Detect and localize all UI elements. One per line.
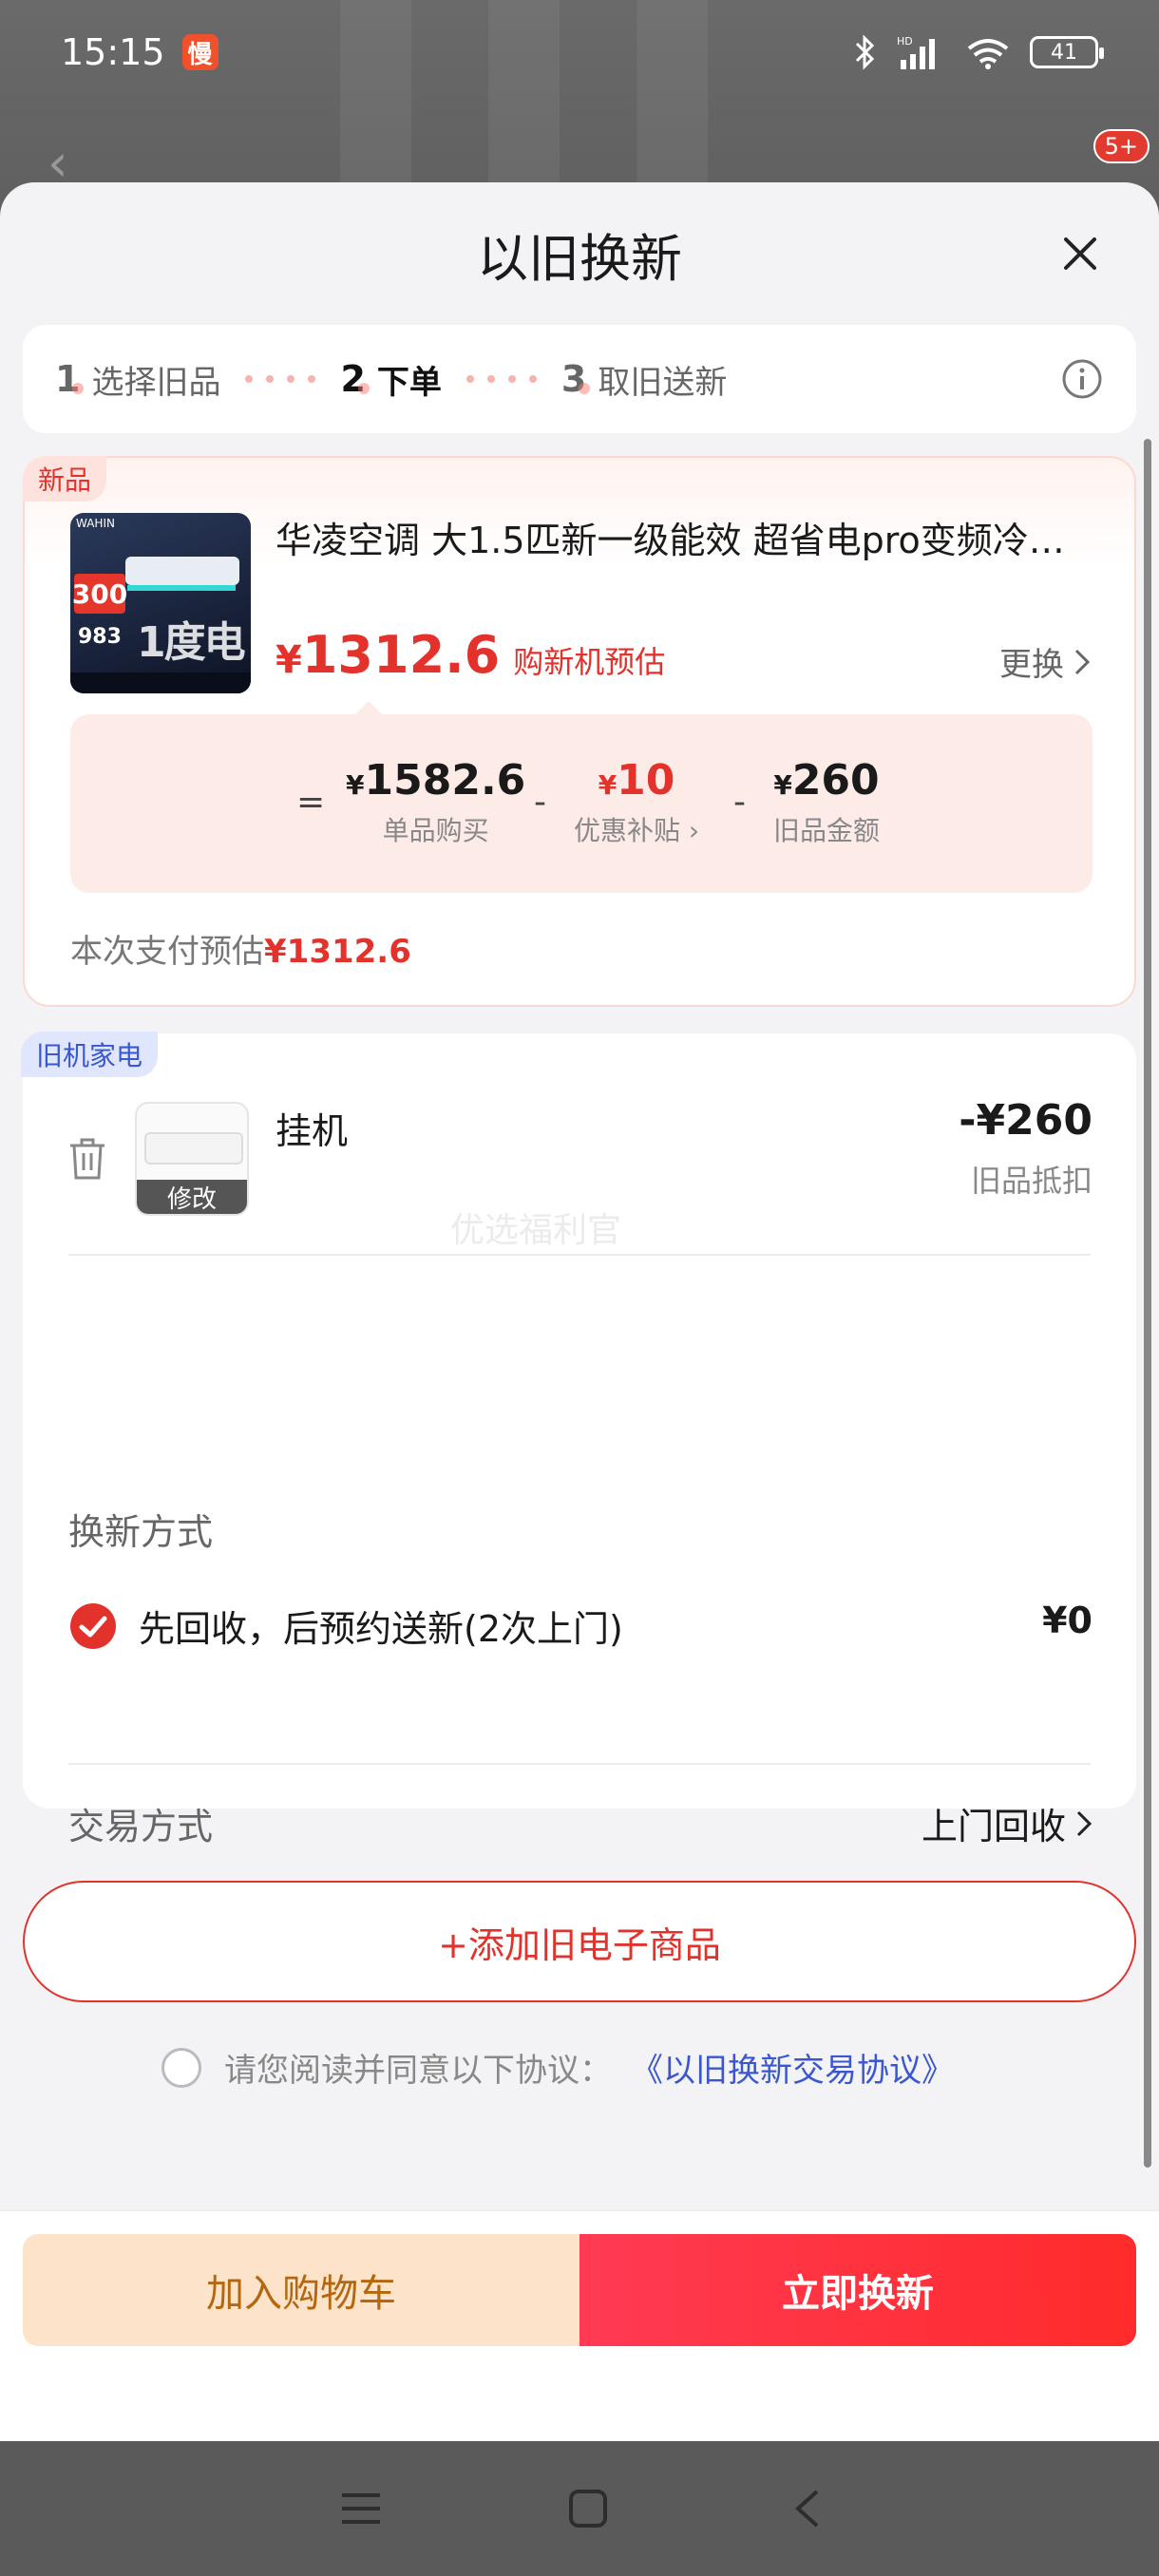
unit-price-label: 单品购买 <box>382 815 489 846</box>
old-appliance-image[interactable]: 修改 <box>135 1102 249 1216</box>
trade-in-method-price: ¥0 <box>1042 1600 1092 1641</box>
unit-price-item: ¥1582.6 单品购买 <box>346 756 525 848</box>
trade-type-label: 交易方式 <box>68 1806 214 1847</box>
old-value-value: ¥260 <box>773 756 880 805</box>
discount-item[interactable]: ¥10 优惠补贴 › <box>574 756 699 848</box>
product-image-slogan: 1度电 <box>137 618 246 667</box>
trash-icon[interactable] <box>66 1136 108 1182</box>
payment-estimate: 本次支付预估¥1312.6 <box>70 925 411 972</box>
equals-sign: = <box>296 783 326 822</box>
agreement-radio[interactable] <box>162 2047 201 2088</box>
payment-estimate-value: ¥1312.6 <box>264 933 411 971</box>
replace-label: 更换 <box>999 646 1064 684</box>
step-pickup-deliver: 3 取旧送新 <box>561 356 727 403</box>
step-connector <box>466 375 537 383</box>
new-price-label: 购新机预估 <box>513 644 666 680</box>
sheet-header: 以旧换新 <box>0 182 1159 325</box>
old-value-label: 旧品金额 <box>773 815 881 846</box>
old-appliance-deduction-label: 旧品抵扣 <box>970 1163 1092 1199</box>
trade-in-sheet: 以旧换新 1 选择旧品 2 下单 3 取旧送新 新品 WAHIN 300 983… <box>0 182 1159 2441</box>
step-label: 选择旧品 <box>91 363 221 402</box>
signal-label: HD <box>897 35 913 47</box>
product-image-number: 983 <box>78 625 122 649</box>
new-product-card: 新品 WAHIN 300 983 1度电 华凌空调 大1.5匹新一级能效 超省电… <box>23 456 1136 1007</box>
old-appliance-name: 挂机 <box>276 1110 349 1152</box>
step-number: 2 <box>340 358 370 400</box>
agreement-row: 请您阅读并同意以下协议： 《以旧换新交易协议》 <box>162 2044 954 2091</box>
watermark: 优选福利官 <box>450 1211 622 1250</box>
replace-product-button[interactable]: 更换 <box>999 638 1091 685</box>
step-select-old: 1 选择旧品 <box>55 356 220 403</box>
divider <box>68 1763 1091 1765</box>
new-price-value: 1312.6 <box>301 625 501 685</box>
unit-price-value: ¥1582.6 <box>346 756 526 805</box>
app-notification-icon: 慢 <box>181 34 218 70</box>
footer-actions: 加入购物车 立即换新 <box>0 2209 1159 2441</box>
scrollbar[interactable] <box>1144 439 1151 2168</box>
new-price: ¥ 1312.6 购新机预估 <box>276 625 665 685</box>
price-breakdown: = ¥1582.6 单品购买 - ¥10 优惠补贴 › - ¥260 旧品金额 <box>70 701 1092 893</box>
step-label: 取旧送新 <box>598 363 728 402</box>
agreement-text: 请您阅读并同意以下协议： <box>224 2052 612 2090</box>
bluetooth-icon <box>855 34 875 70</box>
trade-in-now-button[interactable]: 立即换新 <box>580 2234 1136 2346</box>
air-conditioner-image <box>144 1132 243 1165</box>
status-time: 15:15 <box>61 31 165 73</box>
edit-button[interactable]: 修改 <box>137 1180 247 1214</box>
sheet-title: 以旧换新 <box>477 228 682 289</box>
old-value-item: ¥260 旧品金额 <box>773 756 880 848</box>
product-name[interactable]: 华凌空调 大1.5匹新一级能效 超省电pro变频冷暖... <box>276 511 1092 563</box>
info-icon[interactable] <box>1060 357 1104 401</box>
trade-in-method-option[interactable]: 先回收，后预约送新(2次上门) <box>139 1600 623 1652</box>
chevron-right-icon <box>1074 649 1091 674</box>
trade-in-method-label: 换新方式 <box>68 1511 214 1553</box>
trade-type-value: 上门回收 <box>921 1806 1066 1847</box>
product-image[interactable]: WAHIN 300 983 1度电 <box>70 513 251 693</box>
trade-type-selector[interactable]: 上门回收 <box>922 1797 1092 1849</box>
new-product-tag: 新品 <box>23 456 107 502</box>
battery-icon: 41 <box>1030 36 1104 68</box>
agreement-link[interactable]: 《以旧换新交易协议》 <box>631 2044 954 2091</box>
notification-badge: 5+ <box>1092 129 1150 163</box>
divider <box>68 1254 1091 1256</box>
signal-icon: HD <box>897 35 935 69</box>
product-image-badge: 300 <box>72 574 127 614</box>
ac-light-strip <box>127 585 236 591</box>
product-image-strip <box>70 672 251 693</box>
step-connector <box>245 375 316 383</box>
minus-sign: - <box>733 783 746 822</box>
add-old-electronics-button[interactable]: +添加旧电子商品 <box>23 1881 1136 2002</box>
status-bar: 15:15 慢 HD 41 <box>0 0 1159 104</box>
discount-value: ¥10 <box>598 756 675 805</box>
old-appliance-deduction: -¥260 <box>959 1096 1092 1145</box>
system-nav-bar <box>0 2441 1159 2576</box>
old-appliance-tag: 旧机家电 <box>21 1032 159 1077</box>
back-icon[interactable] <box>792 2488 821 2529</box>
chevron-right-icon <box>1076 1810 1092 1836</box>
add-to-cart-button[interactable]: 加入购物车 <box>23 2234 580 2346</box>
home-icon[interactable] <box>567 2488 609 2529</box>
wifi-icon <box>967 39 1009 69</box>
step-number: 1 <box>55 358 85 400</box>
discount-label: 优惠补贴 › <box>574 815 700 846</box>
checked-icon[interactable] <box>68 1601 118 1651</box>
close-icon[interactable] <box>1058 232 1102 275</box>
minus-sign: - <box>534 783 546 822</box>
old-appliance-card: 旧机家电 修改 挂机 -¥260 旧品抵扣 优选福利官 换新方式 先回收，后预约… <box>21 1032 1136 1922</box>
progress-steps: 1 选择旧品 2 下单 3 取旧送新 <box>23 325 1136 433</box>
payment-estimate-label: 本次支付预估 <box>70 933 264 971</box>
step-number: 3 <box>560 358 591 400</box>
air-conditioner-image <box>125 557 239 585</box>
menu-icon[interactable] <box>338 2490 384 2528</box>
product-image-brand: WAHIN <box>76 517 115 530</box>
step-order: 2 下单 <box>340 356 441 403</box>
step-label: 下单 <box>376 363 442 402</box>
currency-symbol: ¥ <box>276 638 302 682</box>
